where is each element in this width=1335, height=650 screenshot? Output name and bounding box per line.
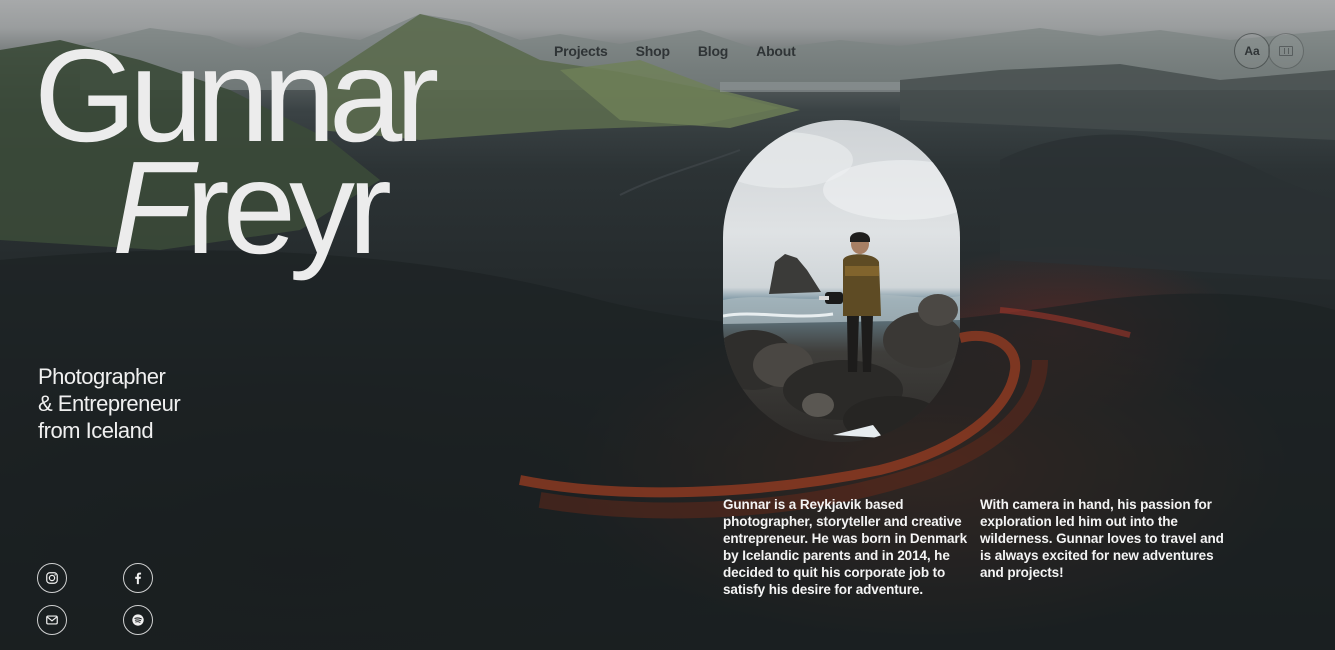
- bio-paragraph-2: With camera in hand, his passion for exp…: [980, 497, 1224, 580]
- mail-link[interactable]: [37, 605, 67, 635]
- facebook-link[interactable]: [123, 563, 153, 593]
- nav-link-blog[interactable]: Blog: [698, 43, 729, 59]
- hero-last-name-initial: F: [112, 134, 193, 281]
- tagline-line: & Entrepreneur: [38, 391, 181, 416]
- spotify-link[interactable]: [123, 605, 153, 635]
- portrait-photo: [723, 120, 960, 442]
- font-toggle-button[interactable]: Aa: [1234, 33, 1270, 69]
- grid-view-icon: [1279, 46, 1293, 56]
- hero-last-name-rest: reyr: [185, 134, 392, 281]
- mail-icon: [46, 615, 58, 625]
- spotify-icon: [132, 614, 144, 626]
- tagline: Photographer & Entrepreneur from Iceland: [38, 363, 181, 444]
- nav-link-about[interactable]: About: [756, 43, 796, 59]
- tagline-line: Photographer: [38, 364, 166, 389]
- hero-last-name: Freyr: [112, 142, 392, 274]
- nav-link-projects[interactable]: Projects: [554, 43, 608, 59]
- instagram-link[interactable]: [37, 563, 67, 593]
- view-controls: Aa: [1234, 33, 1304, 69]
- facebook-icon: [135, 572, 142, 585]
- bio-paragraph-1: Gunnar is a Reykjavik based photographer…: [723, 497, 967, 597]
- portrait-art: [723, 132, 960, 442]
- instagram-icon: [46, 572, 58, 584]
- main-nav: Projects Shop Blog About: [554, 43, 796, 59]
- tagline-line: from Iceland: [38, 418, 154, 443]
- nav-link-shop[interactable]: Shop: [636, 43, 670, 59]
- layout-toggle-button[interactable]: [1268, 33, 1304, 69]
